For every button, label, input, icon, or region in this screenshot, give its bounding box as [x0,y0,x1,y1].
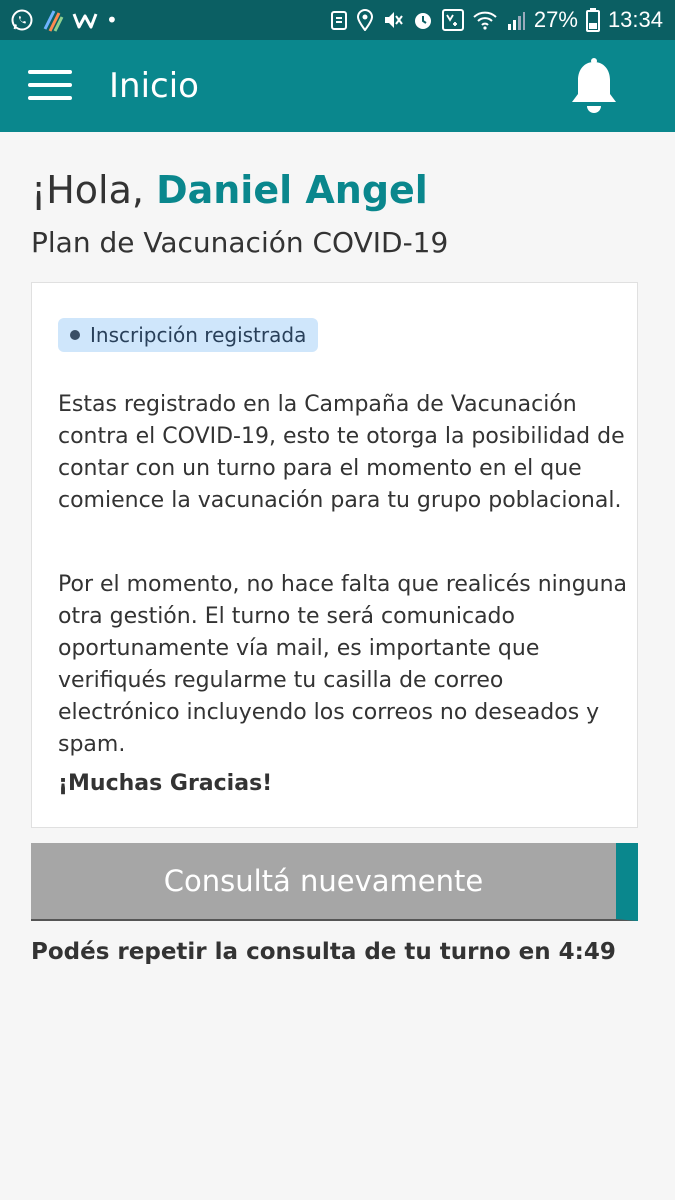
status-badge-label: Inscripción registrada [90,323,307,347]
whatsapp-icon [10,8,34,32]
mute-icon [382,9,404,31]
status-bar: • 27% 13:34 [0,0,675,40]
registration-card: Inscripción registrada Estas registrado … [31,282,638,828]
registration-message: Estas registrado en la Campaña de Vacuna… [58,392,625,513]
greeting: ¡Hola, Daniel Angel [31,168,428,212]
alarm-icon [412,9,434,31]
battery-icon [585,8,600,32]
greeting-prefix: ¡Hola, [31,168,157,212]
hamburger-menu-icon[interactable] [28,70,72,102]
thanks-message: ¡Muchas Gracias! [58,771,273,796]
recycle-icon [330,9,348,31]
page-title: Inicio [109,66,199,106]
user-name: Daniel Angel [156,168,428,212]
bell-icon[interactable] [569,58,619,116]
volte-icon [441,9,464,31]
status-badge: Inscripción registrada [58,318,319,352]
status-bar-right: 27% 13:34 [330,7,663,33]
notification-dot: • [106,8,118,32]
app-shortcut-icon [42,7,64,33]
subtitle: Plan de Vacunación COVID-19 [31,226,449,259]
status-bar-left: • [10,7,118,33]
retry-button[interactable]: Consultá nuevamente [31,843,638,921]
battery-percent: 27% [533,7,578,32]
signal-icon [506,9,526,31]
w-app-icon [72,9,98,31]
badge-dot-icon [70,330,80,340]
app-bar: Inicio [0,40,675,132]
retry-button-label: Consultá nuevamente [163,864,484,898]
instructions-message: Por el momento, no hace falta que realic… [58,572,628,757]
countdown-note: Podés repetir la consulta de tu turno en… [31,939,616,965]
location-icon [356,9,374,31]
wifi-icon [472,9,498,31]
clock: 13:34 [607,7,663,32]
